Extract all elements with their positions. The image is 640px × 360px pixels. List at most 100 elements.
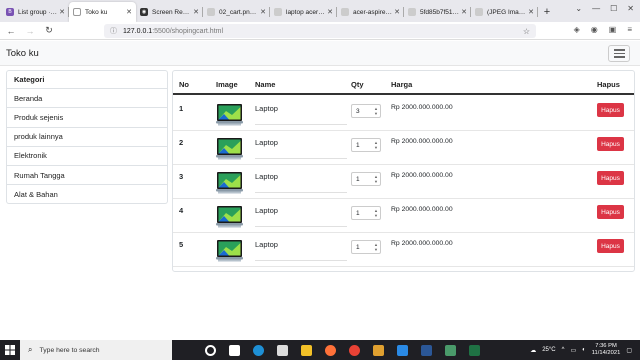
product-name: Laptop <box>255 240 278 249</box>
row-number: 2 <box>179 138 184 147</box>
tab-close-icon[interactable]: ✕ <box>59 8 65 16</box>
tab-favicon-icon: ◉ <box>140 8 148 16</box>
header-remove: Hapus <box>597 80 620 89</box>
quantity-spinner-icon[interactable]: ▲ ▼ <box>374 106 378 116</box>
address-bar[interactable]: ⓘ 127.0.0.1 :5500/shopingcart.html ☆ <box>104 24 536 38</box>
tab-close-icon[interactable]: ✕ <box>126 8 132 16</box>
tab-close-icon[interactable]: ✕ <box>193 8 199 16</box>
weather-text[interactable]: 25°C <box>542 347 555 353</box>
close-window-icon[interactable]: ✕ <box>627 4 634 13</box>
notification-icon[interactable]: ▢ <box>626 347 632 354</box>
excel-icon[interactable] <box>462 340 486 360</box>
category-list-item[interactable]: Rumah Tangga <box>6 165 168 186</box>
quantity-spinner-icon[interactable]: ▲ ▼ <box>374 208 378 218</box>
category-list: Kategori Beranda Produk sejenis produk lain… <box>6 70 168 205</box>
tab-title: 02_cart.png (PNG Image) <box>219 8 258 16</box>
product-name: Laptop <box>255 104 278 113</box>
reload-icon[interactable]: ↻ <box>41 25 57 36</box>
quantity-spinner-icon[interactable]: ▲ ▼ <box>374 242 378 252</box>
table-row: 5 Laptop 1 ▲ ▼ Rp 2000.000.000.00 Hapus <box>173 233 634 267</box>
site-navbar: Toko ku <box>0 41 640 66</box>
task-view-icon[interactable] <box>222 340 246 360</box>
tab-title: List group · Bootstrap <box>18 8 57 16</box>
app-icon[interactable] <box>438 340 462 360</box>
weather-icon[interactable]: ☁ <box>530 347 536 354</box>
windows-start-icon[interactable] <box>0 340 20 360</box>
forward-icon[interactable]: → <box>22 26 38 36</box>
category-list-item[interactable]: Beranda <box>6 89 168 109</box>
tab-close-icon[interactable]: ✕ <box>394 8 400 16</box>
brand-logo[interactable]: Toko ku <box>6 48 39 59</box>
category-list-item[interactable]: Alat & Bahan <box>6 185 168 205</box>
page-info-icon[interactable]: ⓘ <box>110 26 117 36</box>
tab-title: 5fd85b7f51bb4.png <box>420 8 460 16</box>
volume-icon[interactable]: ◐ <box>582 347 586 353</box>
quantity-input[interactable]: 1 ▲ ▼ <box>351 206 381 220</box>
cortana-icon[interactable] <box>198 340 222 360</box>
remove-button[interactable]: Hapus <box>597 239 624 253</box>
maximize-icon[interactable]: ☐ <box>610 4 617 13</box>
word-icon[interactable] <box>414 340 438 360</box>
tab-title: laptop acer - Google <box>286 8 325 16</box>
clock-time: 7:36 PM <box>595 343 617 349</box>
browser-tab[interactable]: laptop acer - Google✕ <box>270 2 337 22</box>
browser-tab[interactable]: ◉ Screen Recorder✕ <box>136 2 203 22</box>
taskbar-search-box[interactable]: ⌕ Type here to search <box>20 340 172 360</box>
browser-tab[interactable]: 02_cart.png (PNG Image)✕ <box>203 2 270 22</box>
quantity-spinner-icon[interactable]: ▲ ▼ <box>374 140 378 150</box>
mail-icon[interactable] <box>366 340 390 360</box>
tab-separator <box>537 7 538 17</box>
header-name: Name <box>255 80 276 89</box>
tab-favicon-icon <box>408 8 416 16</box>
tab-close-icon[interactable]: ✕ <box>528 8 534 16</box>
product-image <box>216 205 243 229</box>
pocket-icon[interactable]: ◈ <box>574 25 580 34</box>
category-list-item[interactable]: produk lainnya <box>6 127 168 147</box>
tab-list-chevron-icon[interactable]: ⌄ <box>575 4 582 13</box>
navbar-toggler-button[interactable] <box>608 45 630 62</box>
remove-button[interactable]: Hapus <box>597 137 624 151</box>
tab-close-icon[interactable]: ✕ <box>260 8 266 16</box>
quantity-input[interactable]: 1 ▲ ▼ <box>351 172 381 186</box>
remove-button[interactable]: Hapus <box>597 205 624 219</box>
minimize-icon[interactable]: — <box>592 4 600 13</box>
chrome-icon[interactable] <box>342 340 366 360</box>
browser-tab[interactable]: B List group · Bootstrap✕ <box>2 2 69 22</box>
clock[interactable]: 7:36 PM 11/14/2021 <box>592 343 621 357</box>
remove-button[interactable]: Hapus <box>597 171 624 185</box>
edge-icon[interactable] <box>246 340 270 360</box>
quantity-spinner-icon[interactable]: ▲ ▼ <box>374 174 378 184</box>
bookmark-star-icon[interactable]: ☆ <box>523 27 530 36</box>
quantity-value: 1 <box>356 175 360 183</box>
browser-tab[interactable]: acer-aspire-3_-a314-✕ <box>337 2 404 22</box>
browser-tab[interactable]: 5fd85b7f51bb4.png✕ <box>404 2 471 22</box>
laptop-thumbnail-icon <box>216 240 243 262</box>
tab-close-icon[interactable]: ✕ <box>327 8 333 16</box>
table-header: No Image Name Qty Harga Hapus <box>173 71 634 95</box>
tray-chevron-icon[interactable]: ^ <box>562 347 565 353</box>
category-list-item[interactable]: Elektronik <box>6 146 168 166</box>
quantity-input[interactable]: 1 ▲ ▼ <box>351 240 381 254</box>
remove-button[interactable]: Hapus <box>597 103 624 117</box>
extensions-icon[interactable]: ▣ <box>609 25 617 34</box>
account-icon[interactable]: ◉ <box>591 25 598 34</box>
category-list-item[interactable]: Produk sejenis <box>6 108 168 128</box>
browser-tab[interactable]: (JPEG Image, 275 ×✕ <box>471 2 538 22</box>
network-icon[interactable]: ▭ <box>570 347 576 354</box>
tab-favicon-icon <box>341 8 349 16</box>
file-explorer-icon[interactable] <box>294 340 318 360</box>
new-tab-plus-icon[interactable]: + <box>538 2 556 22</box>
clock-date: 11/14/2021 <box>591 350 621 356</box>
tab-favicon-icon <box>73 8 81 16</box>
menu-icon[interactable]: ≡ <box>627 25 632 34</box>
quantity-input[interactable]: 3 ▲ ▼ <box>351 104 381 118</box>
vscode-icon[interactable] <box>390 340 414 360</box>
back-icon[interactable]: ← <box>3 26 19 36</box>
tab-close-icon[interactable]: ✕ <box>461 8 467 16</box>
store-icon[interactable] <box>270 340 294 360</box>
firefox-icon[interactable] <box>318 340 342 360</box>
search-placeholder: Type here to search <box>39 346 100 354</box>
browser-tab[interactable]: Toko ku ✕ <box>69 2 136 22</box>
quantity-input[interactable]: 1 ▲ ▼ <box>351 138 381 152</box>
product-image <box>216 171 243 195</box>
